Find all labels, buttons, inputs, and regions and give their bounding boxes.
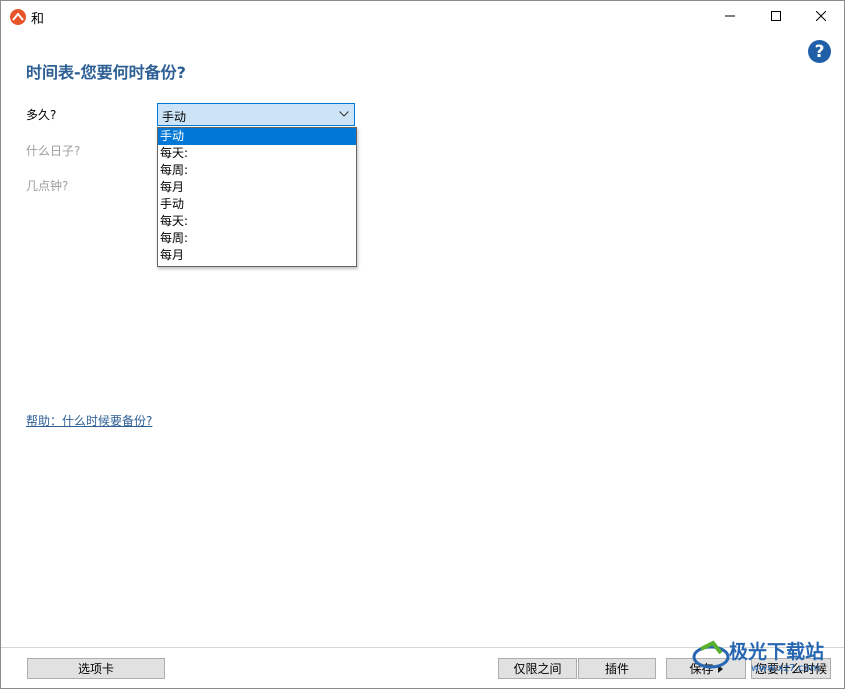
- maximize-icon: [771, 11, 781, 21]
- dropdown-option[interactable]: 手动: [158, 196, 356, 213]
- only-between-button-label: 仅限之间: [513, 662, 562, 676]
- dropdown-option[interactable]: 每天:: [158, 145, 356, 162]
- chevron-down-icon: [339, 111, 349, 117]
- minimize-button[interactable]: [707, 1, 753, 31]
- close-button[interactable]: [798, 1, 844, 31]
- dropdown-option[interactable]: 手动: [158, 128, 356, 145]
- plugins-button-label: 插件: [604, 662, 629, 676]
- title-bar: 和: [1, 1, 844, 31]
- dropdown-option[interactable]: 每周:: [158, 162, 356, 179]
- frequency-select[interactable]: 手动: [157, 103, 355, 126]
- dropdown-option[interactable]: 每周:: [158, 230, 356, 247]
- tabs-button[interactable]: 选项卡: [27, 658, 165, 679]
- watermark-brand: 极光下载站: [729, 641, 825, 663]
- what-time-label: 几点钟?: [26, 179, 69, 193]
- close-icon: [816, 11, 826, 21]
- window-title: 和: [31, 12, 45, 27]
- page-title: 时间表-您要何时备份?: [26, 63, 186, 82]
- help-link[interactable]: 帮助：什么时候要备份?: [26, 412, 152, 429]
- watermark-logo-icon: [692, 640, 730, 669]
- dropdown-option[interactable]: 每月: [158, 179, 356, 196]
- frequency-dropdown-list: 手动 每天: 每周: 每月 手动 每天: 每周: 每月: [157, 127, 357, 267]
- how-often-label: 多久?: [26, 108, 57, 122]
- frequency-select-value: 手动: [162, 110, 187, 124]
- app-window: 和 ? 时间表-您要何时备份? 多久? 什么日子? 几点钟? 手动 手动 每天:…: [0, 0, 845, 689]
- app-logo-icon: [10, 9, 26, 25]
- help-icon[interactable]: ?: [808, 40, 831, 63]
- tabs-button-label: 选项卡: [77, 662, 114, 676]
- dropdown-option[interactable]: 每月: [158, 247, 356, 264]
- which-days-label: 什么日子?: [26, 144, 81, 158]
- maximize-button[interactable]: [753, 1, 799, 31]
- plugins-button[interactable]: 插件: [578, 658, 656, 679]
- only-between-button[interactable]: 仅限之间: [498, 658, 577, 679]
- watermark-url: www.xz7.com: [751, 663, 820, 674]
- dropdown-option[interactable]: 每天:: [158, 213, 356, 230]
- watermark: 极光下载站 www.xz7.com: [691, 633, 841, 688]
- minimize-icon: [725, 15, 735, 17]
